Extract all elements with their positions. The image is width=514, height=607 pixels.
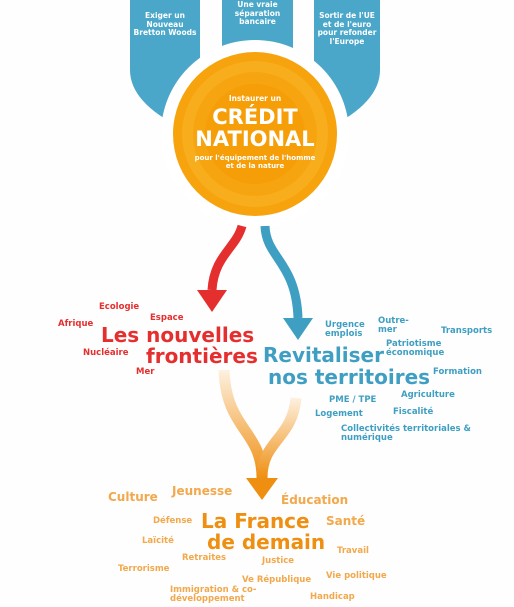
right-item-outremer: Outre-mer [378, 316, 409, 335]
bottom-item-republique: Ve République [242, 575, 312, 585]
bottom-title-2: de demain [207, 530, 326, 554]
bottom-item-laicite: Laïcité [142, 536, 174, 546]
pillar-left-label: Exiger un Nouveau Bretton Woods [133, 11, 197, 38]
left-item-ecologie: Ecologie [99, 302, 140, 312]
bottom-item-jeunesse: Jeunesse [172, 484, 233, 498]
arrow-left-shaft [207, 224, 247, 291]
pillar-right-label: Sortir de l'UE et de l'euro pour refonde… [317, 11, 377, 46]
left-title-1: Les nouvelles [101, 323, 255, 347]
left-item-espace: Espace [150, 313, 184, 323]
left-item-afrique: Afrique [58, 319, 94, 329]
bottom-item-sante: Santé [326, 514, 366, 528]
stream-left [218, 369, 268, 479]
right-item-formation: Formation [433, 367, 482, 377]
credit-title-2: NATIONAL [195, 127, 315, 151]
arrow-bottom-head [246, 478, 278, 500]
right-item-transports: Transports [441, 326, 493, 336]
left-item-mer: Mer [136, 367, 155, 377]
pillar-center-label: Une vraie séparation bancaire [234, 0, 281, 27]
arrow-right-shaft [260, 225, 303, 319]
right-item-fiscalite: Fiscalité [393, 407, 434, 417]
bottom-item-culture: Culture [108, 490, 158, 504]
bottom-item-retraites: Retraites [182, 553, 227, 563]
credit-pre: Instaurer un [228, 94, 282, 103]
bottom-item-defense: Défense [153, 516, 193, 526]
right-item-patriotisme: Patriotisme économique [386, 339, 445, 358]
right-item-collectivites: Collectivités territoriales & numérique [341, 424, 471, 443]
arrow-left-head [197, 290, 227, 312]
stream-right [256, 397, 302, 479]
right-item-urgence: Urgence emplois [325, 320, 365, 339]
right-item-pme: PME / TPE [329, 395, 377, 405]
right-item-agriculture: Agriculture [401, 390, 455, 400]
credit-title-1: CRÉDIT [212, 105, 298, 129]
bottom-item-vie-politique: Vie politique [326, 571, 387, 581]
left-item-nucleaire: Nucléaire [83, 348, 129, 358]
left-title-2: frontières [146, 344, 258, 368]
credit-post: pour l'équipement de l'homme et de la na… [194, 154, 316, 171]
arrow-right-head [283, 318, 313, 340]
bottom-item-education: Éducation [281, 493, 349, 507]
right-item-logement: Logement [315, 409, 363, 419]
bottom-item-justice: Justice [262, 556, 295, 566]
bottom-item-terrorisme: Terrorisme [118, 564, 170, 574]
bottom-item-handicap: Handicap [310, 592, 355, 602]
bottom-item-travail: Travail [337, 546, 369, 556]
bottom-item-immigration: Immigration & co-développement [170, 585, 257, 604]
right-title-2: nos territoires [268, 365, 431, 389]
right-title-1: Revitaliser [263, 343, 384, 367]
bottom-title-1: La France [201, 509, 310, 533]
